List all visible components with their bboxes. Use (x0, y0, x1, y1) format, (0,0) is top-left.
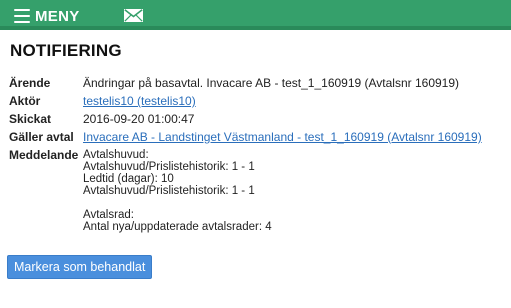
arende-value: Ändringar på basavtal. Invacare AB - tes… (83, 76, 460, 90)
message-line: Ledtid (dagar): 10 (83, 173, 174, 185)
meddelande-body: Avtalshuvud: Avtalshuvud/Prislistehistor… (83, 146, 272, 233)
notification-details: Ärende Ändringar på basavtal. Invacare A… (9, 74, 482, 233)
meddelande-row: Meddelande Avtalshuvud: Avtalshuvud/Pris… (9, 146, 482, 233)
galler-avtal-link[interactable]: Invacare AB - Landstinget Västmanland - … (83, 128, 482, 146)
mark-as-handled-button[interactable]: Markera som behandlat (7, 255, 153, 279)
message-line: Avtalshuvud: (83, 149, 149, 161)
aktor-label: Aktör (9, 94, 41, 108)
galler-avtal-row: Gäller avtal Invacare AB - Landstinget V… (9, 128, 482, 146)
menu-button[interactable]: MENY (14, 7, 80, 25)
skickat-row: Skickat 2016-09-20 01:00:47 (9, 110, 482, 128)
message-line: Avtalsrad: (83, 209, 134, 221)
skickat-label: Skickat (9, 112, 52, 126)
message-line: Antal nya/uppdaterade avtalsrader: 4 (83, 221, 272, 233)
galler-avtal-label: Gäller avtal (9, 130, 74, 144)
page-title: NOTIFIERING (10, 41, 122, 60)
aktor-row: Aktör testelis10 (testelis10) (9, 92, 482, 110)
meddelande-label: Meddelande (9, 148, 79, 162)
message-line: Avtalshuvud/Prislistehistorik: 1 - 1 (83, 161, 255, 173)
arende-row: Ärende Ändringar på basavtal. Invacare A… (9, 74, 482, 92)
message-line-blank (83, 197, 272, 209)
menu-label: MENY (35, 7, 80, 25)
top-nav-bar: MENY (0, 0, 511, 30)
hamburger-icon (14, 9, 30, 23)
aktor-link[interactable]: testelis10 (testelis10) (83, 92, 196, 110)
skickat-value: 2016-09-20 01:00:47 (83, 112, 195, 126)
arende-label: Ärende (9, 76, 51, 90)
message-line: Avtalshuvud/Prislistehistorik: 1 - 1 (83, 185, 255, 197)
envelope-icon[interactable] (124, 9, 143, 22)
